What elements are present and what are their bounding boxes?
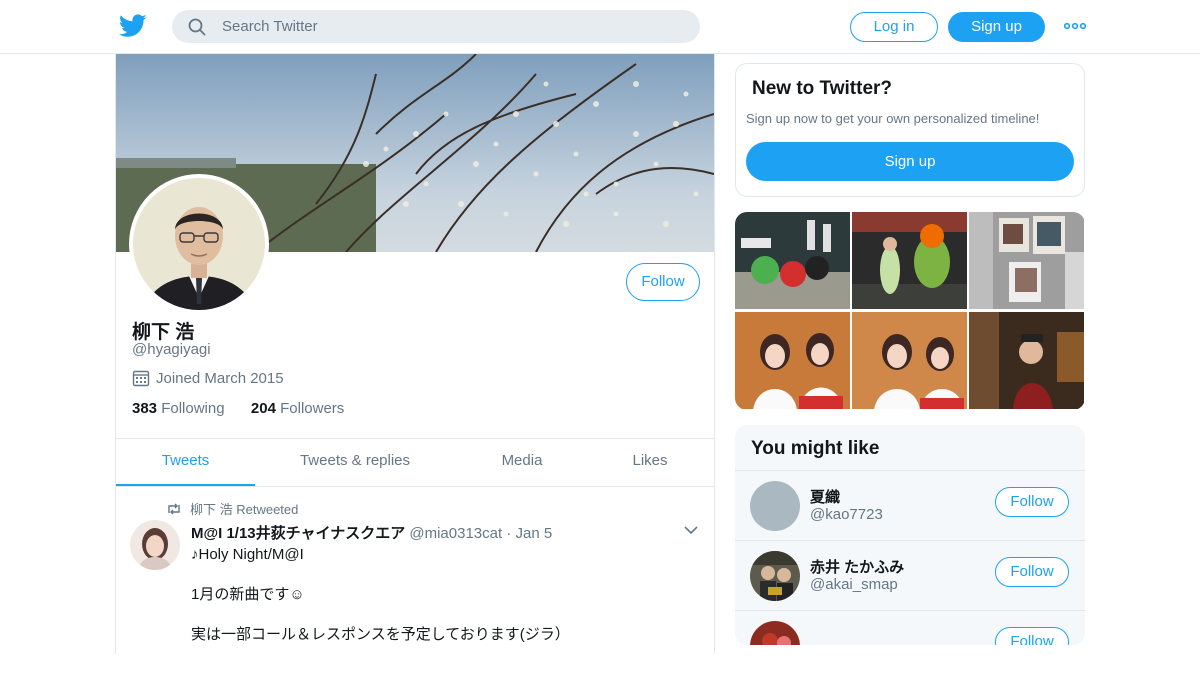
media-thumbnail[interactable] [852,212,967,309]
suggested-handle: @akai_smap [810,576,898,593]
tweet-header: M@I 1/13井荻チャイナスクエア @mia0313cat · Jan 5 [191,522,552,543]
new-to-twitter-subtitle: Sign up now to get your own personalized… [746,111,1040,126]
media-thumbnail[interactable] [969,312,1084,409]
suggested-account[interactable]: 夏織 @kao7723 Follow [735,470,1085,540]
tweet-author-name[interactable]: M@I 1/13井荻チャイナスクエア [191,525,405,542]
followers-count: 204 [250,400,276,417]
tweet-text-line: ♪Holy Night/M@I [191,546,304,563]
new-to-twitter-card: New to Twitter? Sign up now to get your … [735,63,1085,197]
profile-avatar[interactable] [129,174,269,314]
tweet-text-line: 実は一部コール＆レスポンスを予定しております(ジラ） [191,626,570,643]
new-to-twitter-title: New to Twitter? [752,78,893,99]
profile-column: Follow 柳下 浩 @hyagiyagi Joined March 2015… [115,54,715,654]
follow-button[interactable]: Follow [626,263,700,301]
login-button[interactable]: Log in [850,12,938,42]
suggested-name[interactable]: 夏織 [810,486,840,507]
media-thumbnail[interactable] [735,312,850,409]
photos-videos-grid [735,212,1085,410]
profile-tabs: Tweets Tweets & replies Media Likes [116,438,714,487]
tab-likes[interactable]: Likes [614,439,686,486]
chevron-down-icon[interactable] [684,525,698,535]
tweet-author-handle[interactable]: @mia0313cat [409,525,502,542]
followers-link[interactable]: 204 Followers [251,400,344,417]
top-nav-bar: Log in Sign up [0,0,1200,54]
suggested-account[interactable]: 赤井 たかふみ @akai_smap Follow [735,540,1085,610]
joined-date: Joined March 2015 [132,369,284,387]
media-thumbnail[interactable] [852,312,967,409]
tweet-text-line: 1月の新曲です☺ [191,586,305,603]
search-box[interactable] [172,10,700,43]
tweet-date[interactable]: Jan 5 [516,525,553,542]
twitter-bird-logo-icon[interactable] [119,13,147,39]
calendar-icon [132,370,150,387]
search-input[interactable] [222,10,682,43]
tweet-separator: · [506,525,512,542]
suggested-avatar[interactable] [750,621,800,645]
profile-display-name: 柳下 浩 [132,322,195,343]
you-might-like-title: You might like [751,438,880,459]
suggested-account[interactable]: Follow [735,610,1085,645]
profile-stats: 383 Following 204 Followers [132,400,344,417]
tweet-item[interactable]: 柳下 浩 Retweeted M@I 1/13井荻チャイナスクエア @mia03… [116,487,714,687]
signup-card-button[interactable]: Sign up [746,142,1074,181]
following-count: 383 [132,400,158,417]
following-link[interactable]: 383 Following [132,400,225,417]
signup-button[interactable]: Sign up [948,12,1045,42]
suggested-avatar[interactable] [750,551,800,601]
tab-media[interactable]: Media [481,439,563,486]
media-thumbnail[interactable] [969,212,1084,309]
tweet-author-avatar[interactable] [130,520,180,570]
followers-label: Followers [280,400,345,417]
suggested-follow-button[interactable]: Follow [995,487,1069,517]
tab-tweets[interactable]: Tweets [116,439,255,486]
you-might-like-card: You might like 夏織 @kao7723 Follow 赤井 たかふ… [735,425,1085,645]
retweet-context: 柳下 浩 Retweeted [166,499,298,518]
suggested-avatar[interactable] [750,481,800,531]
retweet-context-text: 柳下 浩 Retweeted [190,502,299,517]
media-thumbnail[interactable] [735,212,850,309]
suggested-follow-button[interactable]: Follow [995,557,1069,587]
suggested-handle: @kao7723 [810,506,883,523]
profile-handle: @hyagiyagi [132,341,211,358]
following-label: Following [161,400,225,417]
search-icon [188,18,206,36]
joined-text: Joined March 2015 [156,369,284,387]
suggested-name[interactable]: 赤井 たかふみ [810,556,904,577]
more-options-icon[interactable] [1064,18,1086,34]
tweet-text: ♪Holy Night/M@I 1月の新曲です☺ 実は一部コール＆レスポンスを予… [191,545,570,665]
tab-tweets-replies[interactable]: Tweets & replies [280,439,430,486]
retweet-icon [168,503,180,514]
